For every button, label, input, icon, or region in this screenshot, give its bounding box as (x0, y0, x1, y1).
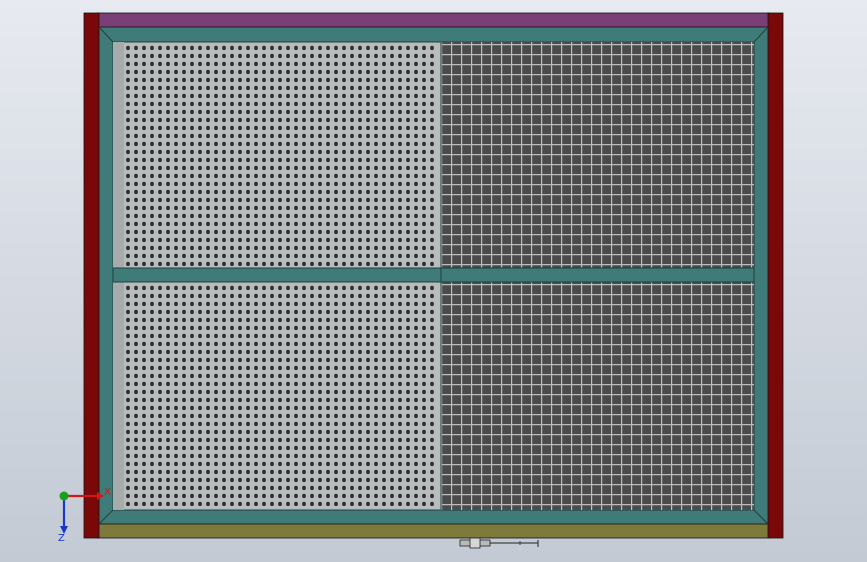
perforated-panel-bottom[interactable] (112, 281, 442, 511)
wire-mesh-panel-bottom[interactable] (441, 282, 754, 510)
bottom-rail[interactable] (96, 523, 771, 539)
latch-bolt-icon[interactable] (459, 537, 539, 549)
z-axis-label: Z (58, 533, 65, 544)
middle-crossbar[interactable] (112, 267, 755, 283)
cad-viewport[interactable]: X Z (0, 0, 867, 562)
wire-mesh-panel-top[interactable] (441, 42, 754, 268)
right-side-rail[interactable] (767, 12, 784, 539)
perforated-panel-top[interactable] (112, 41, 442, 269)
cabinet-door-model[interactable]: X Z (0, 0, 867, 562)
top-rail[interactable] (96, 12, 771, 28)
left-side-rail[interactable] (83, 12, 100, 539)
x-axis-label: X (104, 487, 111, 498)
